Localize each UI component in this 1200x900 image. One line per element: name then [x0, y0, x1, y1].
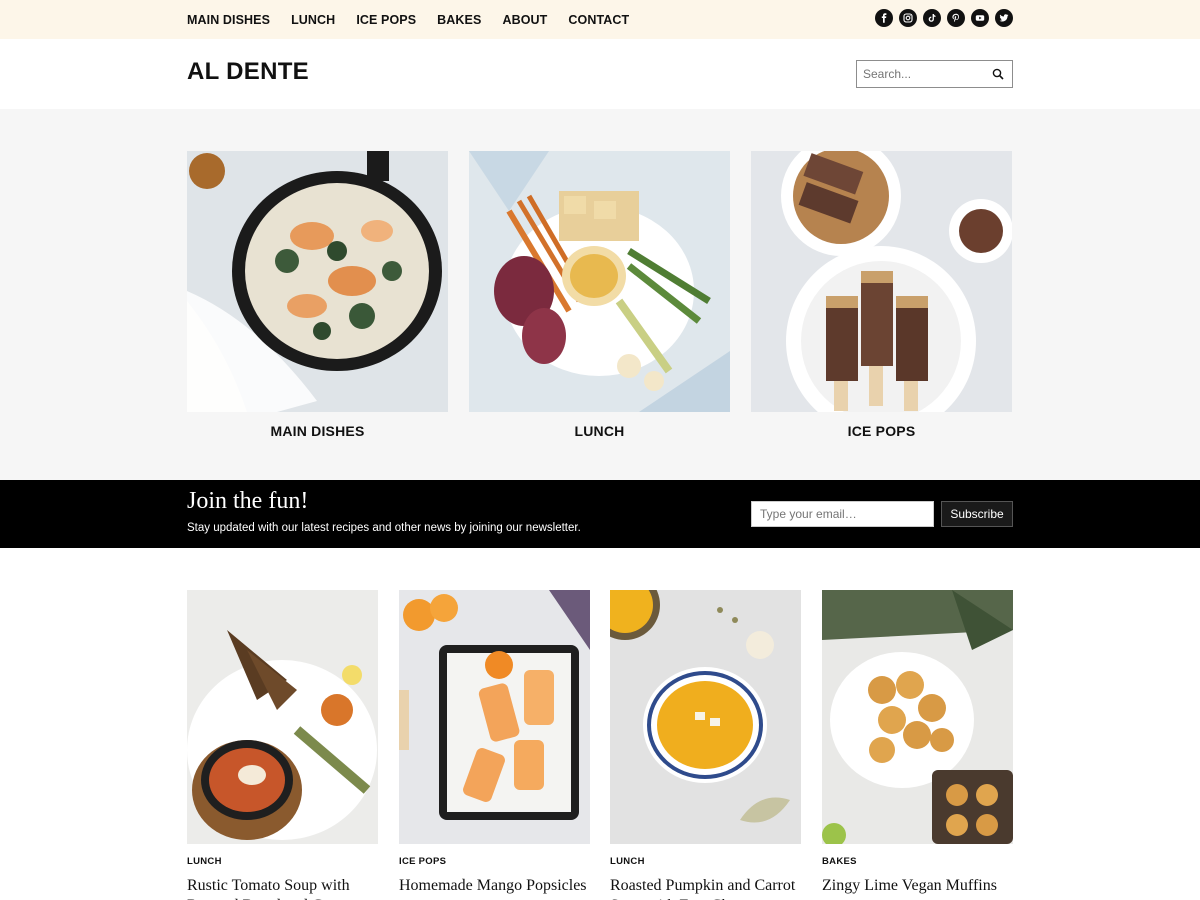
newsletter-banner: Join the fun! Stay updated with our late… [0, 480, 1200, 548]
social-links [875, 9, 1013, 27]
post-card[interactable]: BAKES Zingy Lime Vegan Muffins [822, 590, 1013, 896]
category-label[interactable]: ICE POPS [751, 423, 1012, 439]
category-main-dishes[interactable]: MAIN DISHES [187, 151, 448, 439]
nav-ice-pops[interactable]: ICE POPS [356, 13, 416, 27]
newsletter-subtitle: Stay updated with our latest recipes and… [187, 522, 581, 534]
nav-lunch[interactable]: LUNCH [291, 13, 335, 27]
site-header: AL DENTE [0, 39, 1200, 109]
lunch-image[interactable] [469, 151, 730, 412]
search-icon[interactable] [992, 68, 1004, 80]
twitter-icon[interactable] [995, 9, 1013, 27]
post-title[interactable]: Zingy Lime Vegan Muffins [822, 876, 1013, 896]
nav-bakes[interactable]: BAKES [437, 13, 481, 27]
post-title[interactable]: Rustic Tomato Soup with Roasted Bread an… [187, 876, 378, 900]
top-bar: MAIN DISHES LUNCH ICE POPS BAKES ABOUT C… [0, 0, 1200, 39]
category-section: MAIN DISHES LUNCH ICE POPS [0, 109, 1200, 480]
post-category[interactable]: BAKES [822, 856, 1013, 867]
post-card[interactable]: ICE POPS Homemade Mango Popsicles [399, 590, 590, 896]
nav-contact[interactable]: CONTACT [568, 13, 629, 27]
search-input[interactable] [857, 67, 987, 81]
category-label[interactable]: LUNCH [469, 423, 730, 439]
post-image[interactable] [187, 590, 378, 844]
post-image[interactable] [399, 590, 590, 844]
category-label[interactable]: MAIN DISHES [187, 423, 448, 439]
category-ice-pops[interactable]: ICE POPS [751, 151, 1012, 439]
post-card[interactable]: LUNCH Roasted Pumpkin and Carrot Soup wi… [610, 590, 801, 900]
post-title[interactable]: Homemade Mango Popsicles [399, 876, 590, 896]
post-image[interactable] [822, 590, 1013, 844]
facebook-icon[interactable] [875, 9, 893, 27]
post-category[interactable]: LUNCH [610, 856, 801, 867]
tiktok-icon[interactable] [923, 9, 941, 27]
post-category[interactable]: LUNCH [187, 856, 378, 867]
youtube-icon[interactable] [971, 9, 989, 27]
category-lunch[interactable]: LUNCH [469, 151, 730, 439]
nav-about[interactable]: ABOUT [502, 13, 547, 27]
post-title[interactable]: Roasted Pumpkin and Carrot Soup with Fet… [610, 876, 801, 900]
subscribe-button[interactable]: Subscribe [941, 501, 1013, 527]
post-image[interactable] [610, 590, 801, 844]
top-navigation: MAIN DISHES LUNCH ICE POPS BAKES ABOUT C… [187, 0, 629, 39]
newsletter-title: Join the fun! [187, 488, 309, 514]
search-box [856, 60, 1013, 88]
post-card[interactable]: LUNCH Rustic Tomato Soup with Roasted Br… [187, 590, 378, 900]
pinterest-icon[interactable] [947, 9, 965, 27]
post-category[interactable]: ICE POPS [399, 856, 590, 867]
email-field[interactable] [751, 501, 934, 527]
ice-pops-image[interactable] [751, 151, 1012, 412]
recent-posts: LUNCH Rustic Tomato Soup with Roasted Br… [0, 548, 1200, 900]
instagram-icon[interactable] [899, 9, 917, 27]
main-dishes-image[interactable] [187, 151, 448, 412]
nav-main-dishes[interactable]: MAIN DISHES [187, 13, 270, 27]
site-title[interactable]: AL DENTE [187, 58, 309, 86]
